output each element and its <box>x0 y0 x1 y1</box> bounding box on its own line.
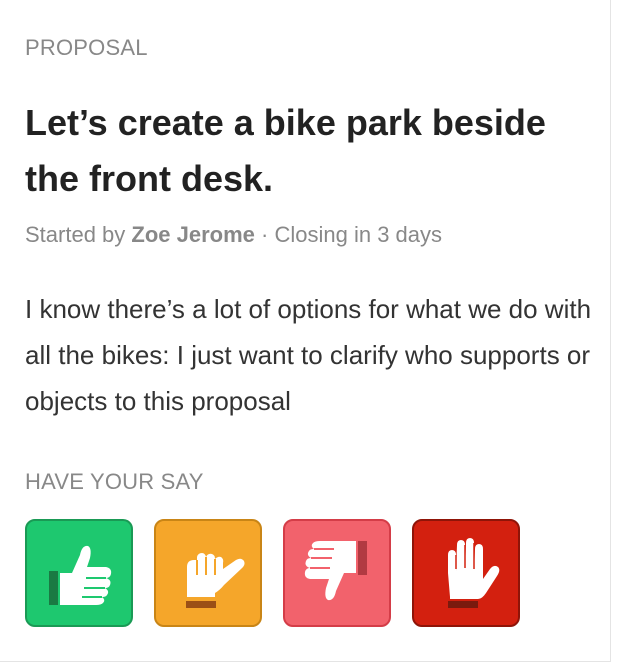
proposal-label: PROPOSAL <box>25 35 148 60</box>
author-name[interactable]: Zoe Jerome <box>131 222 255 247</box>
raised-hand-icon <box>448 538 500 608</box>
closing-status: Closing in 3 days <box>274 222 443 247</box>
block-button[interactable] <box>412 519 520 627</box>
proposal-description: I know there’s a lot of options for what… <box>25 294 592 416</box>
vote-heading: HAVE YOUR SAY <box>25 469 204 494</box>
agree-button[interactable] <box>25 519 133 627</box>
thumbs-down-icon <box>304 541 367 601</box>
thumbs-up-icon <box>49 545 112 605</box>
proposal-meta: Started by Zoe Jerome · Closing in 3 day… <box>25 222 442 248</box>
disagree-button[interactable] <box>283 519 391 627</box>
thumbs-sideways-icon <box>186 553 245 608</box>
started-by-label: Started by <box>25 222 126 247</box>
proposal-card: PROPOSAL Let’s create a bike park beside… <box>0 0 611 662</box>
proposal-title: Let’s create a bike park beside the fron… <box>25 102 546 199</box>
meta-separator: · <box>261 222 269 247</box>
abstain-button[interactable] <box>154 519 262 627</box>
vote-options <box>25 519 520 627</box>
